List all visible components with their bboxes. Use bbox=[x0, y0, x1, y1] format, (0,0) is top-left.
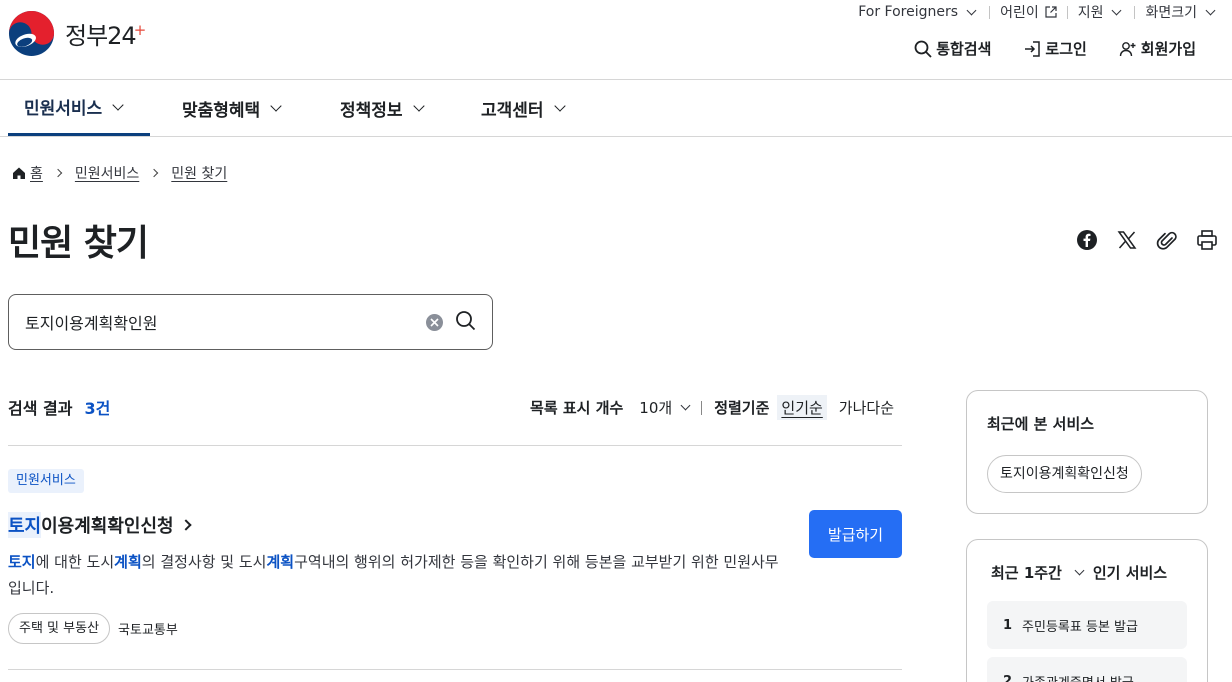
topic-tag[interactable]: 주택 및 부동산 bbox=[8, 613, 111, 644]
divider bbox=[8, 669, 902, 670]
results-count: 3건 bbox=[84, 399, 111, 418]
search-icon bbox=[456, 310, 476, 330]
nav-item-customer-center[interactable]: 고객센터 bbox=[481, 80, 568, 136]
popular-item[interactable]: 1 주민등록표 등본 발급 bbox=[987, 601, 1187, 649]
chevron-right-icon bbox=[53, 168, 63, 178]
search-box: 토지이용계획확인원 bbox=[8, 294, 493, 350]
result-tags: 주택 및 부동산 국토교통부 bbox=[8, 613, 178, 644]
login-button[interactable]: 로그인 bbox=[1023, 38, 1087, 59]
nav-item-custom-benefits[interactable]: 맞춤형혜택 bbox=[182, 80, 284, 136]
page-size-select[interactable]: 10개 bbox=[639, 397, 693, 418]
support-menu[interactable]: 지원 bbox=[1078, 2, 1125, 22]
page-size-label: 목록 표시 개수 bbox=[530, 399, 624, 417]
chevron-down-icon bbox=[1074, 565, 1085, 576]
breadcrumb: 홈 민원서비스 민원 찾기 bbox=[12, 163, 227, 183]
header-actions: 통합검색 로그인 회원가입 bbox=[914, 38, 1196, 59]
chevron-down-icon bbox=[1205, 5, 1216, 15]
popular-item[interactable]: 2가족관계증명서 발급 bbox=[987, 657, 1187, 682]
nav-item-policy-info[interactable]: 정책정보 bbox=[340, 80, 427, 136]
breadcrumb-civil-services[interactable]: 민원서비스 bbox=[75, 163, 139, 183]
chevron-right-icon bbox=[179, 519, 192, 531]
chevron-down-icon bbox=[270, 100, 282, 112]
sort-popular[interactable]: 인기순 bbox=[777, 395, 827, 420]
page-title: 민원 찾기 bbox=[8, 223, 149, 264]
kids-link[interactable]: 어린이 bbox=[1000, 2, 1057, 22]
chevron-down-icon bbox=[553, 100, 566, 112]
nav-item-civil-services[interactable]: 민원서비스 bbox=[8, 80, 150, 136]
agency-label: 국토교통부 bbox=[118, 623, 178, 638]
print-icon bbox=[1197, 230, 1217, 250]
breadcrumb-home[interactable]: 홈 bbox=[30, 163, 43, 183]
divider bbox=[1134, 5, 1136, 19]
recent-services-panel: 최근에 본 서비스 토지이용계획확인신청 bbox=[966, 390, 1208, 514]
logo-text: 정부24+ bbox=[65, 21, 146, 50]
sort-label: 정렬기준 bbox=[714, 399, 770, 417]
utility-menu: For Foreigners 어린이 지원 화면크기 bbox=[858, 2, 1218, 22]
home-icon bbox=[13, 167, 25, 179]
facebook-share-button[interactable] bbox=[1076, 229, 1098, 255]
search-submit-button[interactable] bbox=[455, 310, 476, 335]
chevron-right-icon bbox=[150, 168, 159, 178]
divider bbox=[8, 445, 902, 446]
results-summary: 검색 결과 3건 bbox=[8, 399, 111, 418]
external-link-icon bbox=[1045, 6, 1057, 18]
chevron-down-icon bbox=[680, 400, 691, 411]
period-select[interactable]: 최근 1주간 bbox=[991, 562, 1093, 583]
divider bbox=[701, 400, 703, 415]
link-clip-icon bbox=[1156, 231, 1177, 250]
x-icon bbox=[1117, 231, 1137, 249]
facebook-icon bbox=[1077, 230, 1097, 250]
breadcrumb-find-service[interactable]: 민원 찾기 bbox=[171, 163, 227, 183]
category-badge: 민원서비스 bbox=[8, 469, 84, 493]
divider bbox=[989, 5, 991, 19]
add-user-icon bbox=[1119, 41, 1136, 56]
print-button[interactable] bbox=[1196, 229, 1218, 255]
recent-service-chip[interactable]: 토지이용계획확인신청 bbox=[987, 455, 1142, 493]
close-icon bbox=[430, 317, 439, 327]
font-size-menu[interactable]: 화면크기 bbox=[1145, 2, 1218, 22]
header: 정부24+ For Foreigners 어린이 지원 화면크기 통합검색 로그… bbox=[0, 0, 1232, 80]
x-share-button[interactable] bbox=[1116, 229, 1138, 255]
login-icon bbox=[1025, 40, 1041, 57]
search-icon bbox=[914, 40, 932, 58]
result-title-link[interactable]: 토지 이용계획확인신청 bbox=[8, 512, 192, 538]
chevron-down-icon bbox=[412, 100, 425, 112]
main-nav: 민원서비스 맞춤형혜택 정책정보 고객센터 bbox=[0, 80, 1232, 137]
sort-alphabetical[interactable]: 가나다순 bbox=[835, 395, 898, 420]
popular-services-panel: 최근 1주간 인기 서비스 1주민등록표 등본 발급 2가족관계증명서 발급 bbox=[966, 539, 1208, 682]
taegeuk-logo-icon bbox=[8, 10, 55, 57]
site-logo[interactable]: 정부24+ bbox=[8, 10, 146, 57]
divider bbox=[1066, 5, 1068, 19]
issue-button[interactable]: 발급하기 bbox=[809, 510, 902, 558]
chevron-down-icon bbox=[112, 98, 124, 111]
results-controls: 목록 표시 개수 10개 정렬기준 인기순 가나다순 bbox=[530, 395, 898, 420]
signup-button[interactable]: 회원가입 bbox=[1119, 38, 1196, 59]
chevron-down-icon bbox=[966, 5, 977, 15]
copy-link-button[interactable] bbox=[1156, 229, 1178, 255]
integrated-search-button[interactable]: 통합검색 bbox=[914, 38, 991, 59]
clear-search-button[interactable] bbox=[426, 313, 443, 331]
chevron-down-icon bbox=[1112, 5, 1122, 15]
panel-header: 최근 1주간 인기 서비스 bbox=[991, 562, 1168, 583]
for-foreigners-link[interactable]: For Foreigners bbox=[858, 4, 979, 20]
share-tools bbox=[1076, 229, 1218, 255]
result-description: 토지에 대한 도시계획의 결정사항 및 도시계획구역내의 행위의 허가제한 등을… bbox=[8, 553, 779, 597]
panel-title: 최근에 본 서비스 bbox=[987, 415, 1095, 433]
search-input[interactable]: 토지이용계획확인원 bbox=[25, 310, 426, 334]
